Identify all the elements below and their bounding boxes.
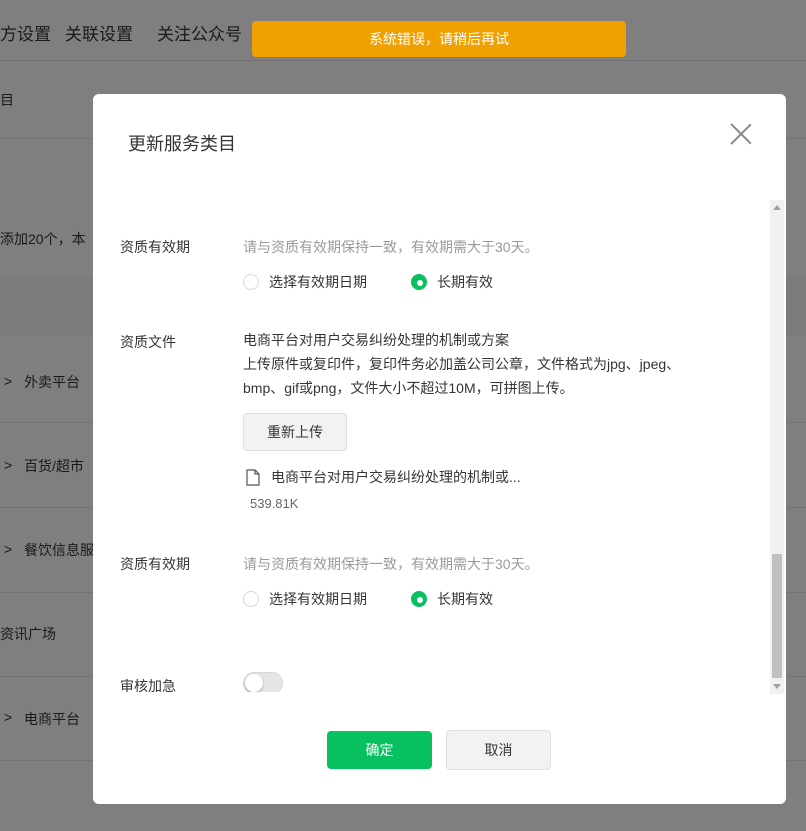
validity-label: 资质有效期 (120, 556, 190, 572)
radio-label: 长期有效 (437, 274, 493, 290)
toast-message: 系统错误，请稍后再试 (369, 31, 509, 47)
update-category-dialog: 更新服务类目 资质有效期 请与资质有效期保持一致，有效期需大于30天。 选择有效… (93, 94, 786, 804)
file-name: 电商平台对用户交易纠纷处理的机制或... (271, 469, 521, 485)
toggle-knob (245, 674, 263, 692)
validity-hint: 请与资质有效期保持一致，有效期需大于30天。 (243, 556, 539, 572)
file-icon (246, 468, 260, 486)
urgent-review-toggle[interactable] (243, 672, 283, 692)
radio-long-term[interactable]: 长期有效 (411, 272, 493, 292)
radio-checked-icon (411, 591, 427, 607)
scroll-thumb[interactable] (772, 554, 782, 678)
uploaded-file[interactable]: 电商平台对用户交易纠纷处理的机制或... (246, 467, 521, 487)
radio-circle-icon (243, 591, 259, 607)
radio-label: 长期有效 (437, 591, 493, 607)
close-icon[interactable] (729, 122, 753, 146)
radio-long-term[interactable]: 长期有效 (411, 589, 493, 609)
qualification-file-description: 电商平台对用户交易纠纷处理的机制或方案 上传原件或复印件，复印件务必加盖公司公章… (243, 328, 680, 400)
cancel-button[interactable]: 取消 (446, 730, 551, 770)
radio-checked-icon (411, 274, 427, 290)
desc-line: 电商平台对用户交易纠纷处理的机制或方案 (243, 332, 509, 348)
scroll-down-icon[interactable] (773, 684, 781, 689)
scrollbar[interactable] (770, 200, 784, 694)
reupload-button[interactable]: 重新上传 (243, 413, 347, 451)
desc-line: bmp、gif或png，文件大小不超过10M，可拼图上传。 (243, 380, 574, 396)
desc-line: 上传原件或复印件，复印件务必加盖公司公章，文件格式为jpg、jpeg、 (243, 356, 681, 372)
dialog-title: 更新服务类目 (128, 134, 236, 154)
error-toast: 系统错误，请稍后再试 (252, 21, 626, 57)
validity-hint: 请与资质有效期保持一致，有效期需大于30天。 (243, 239, 539, 255)
radio-circle-icon (243, 274, 259, 290)
qualification-file-label: 资质文件 (120, 334, 176, 350)
urgent-review-label: 审核加急 (120, 678, 176, 692)
dialog-scroll-area[interactable]: 资质有效期 请与资质有效期保持一致，有效期需大于30天。 选择有效期日期 长期有… (93, 200, 786, 692)
scroll-up-icon[interactable] (773, 205, 781, 210)
radio-select-date[interactable]: 选择有效期日期 (243, 272, 367, 292)
file-size: 539.81K (250, 496, 299, 511)
radio-label: 选择有效期日期 (269, 274, 367, 290)
confirm-button[interactable]: 确定 (327, 731, 432, 769)
radio-select-date[interactable]: 选择有效期日期 (243, 589, 367, 609)
validity-label: 资质有效期 (120, 239, 190, 255)
radio-label: 选择有效期日期 (269, 591, 367, 607)
